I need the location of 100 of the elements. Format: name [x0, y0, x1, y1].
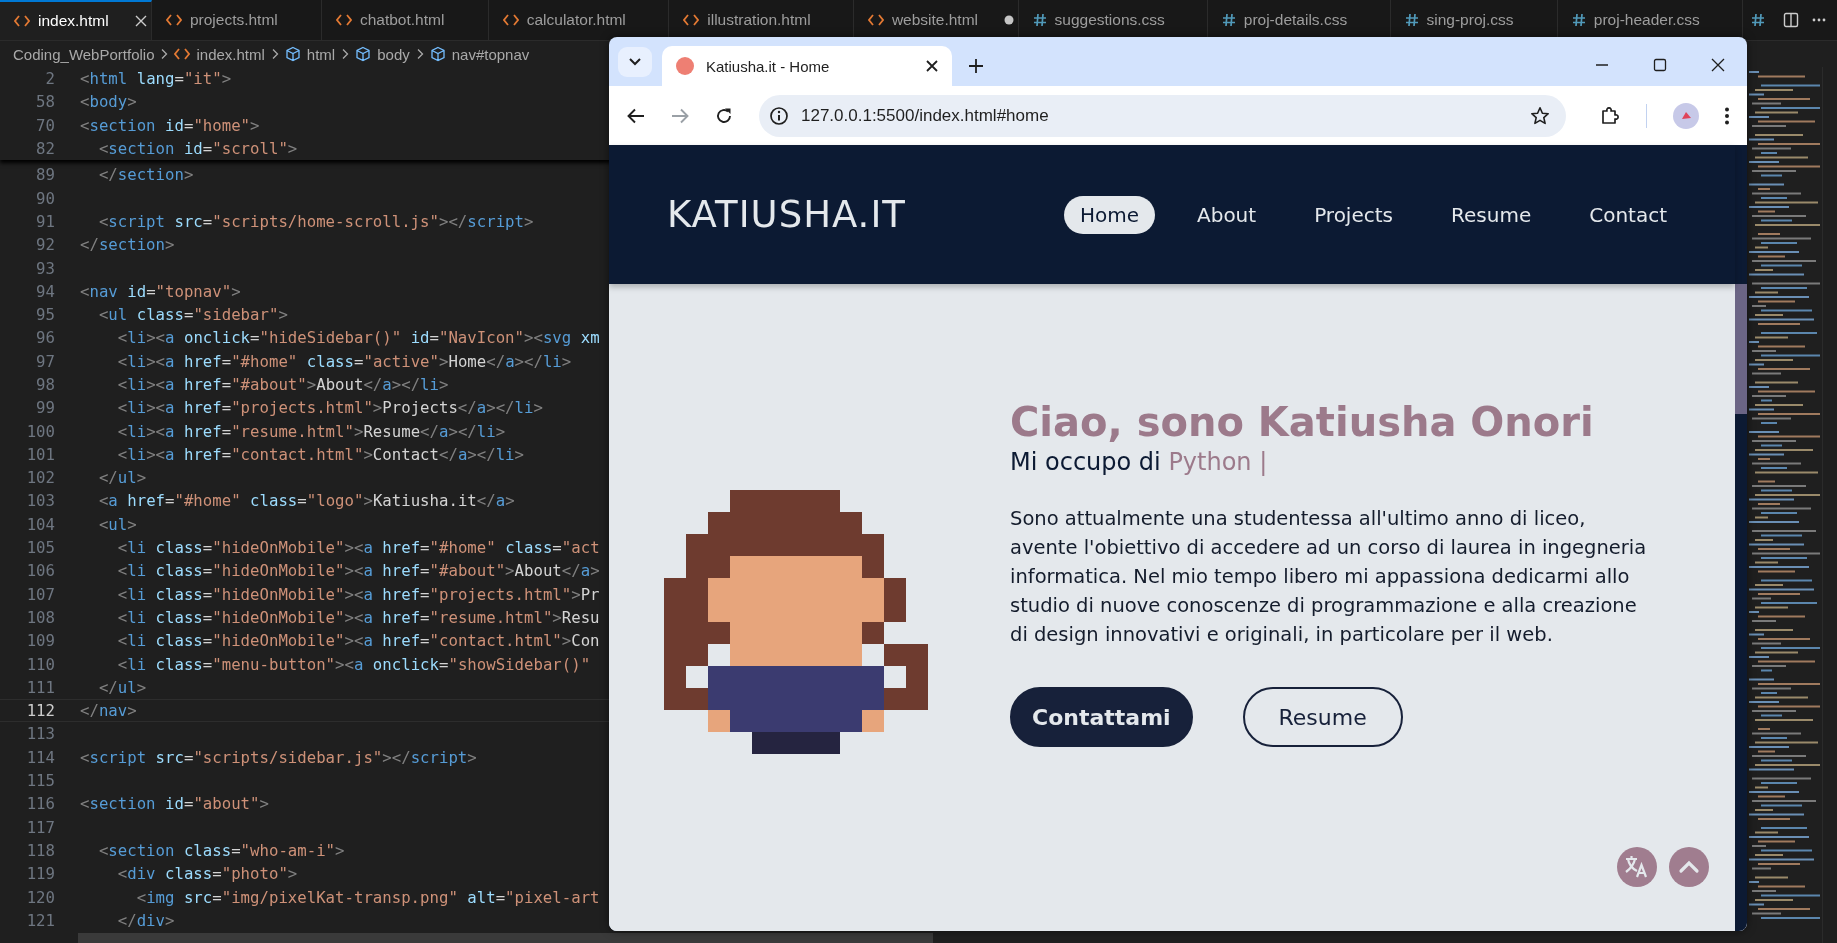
close-icon[interactable] [1711, 58, 1725, 72]
line-number: 97 [35, 351, 55, 371]
info-icon[interactable] [769, 105, 789, 126]
site-logo[interactable]: KATIUSHA.IT [667, 193, 906, 236]
code-brackets-icon [683, 14, 700, 26]
line-number: 113 [25, 724, 55, 744]
editor-tab[interactable]: chatbot.html [321, 0, 489, 40]
split-editor-icon[interactable] [1783, 12, 1799, 28]
code-line: <li><a href="contact.html">Contact</a></li> [116, 444, 524, 464]
new-tab-icon[interactable] [968, 58, 984, 74]
line-number: 58 [35, 92, 55, 112]
cube-icon [429, 46, 446, 62]
intro-paragraph: Sono attualmente una studentessa all'ultimo anno di liceo, avente l'obiettivo di accedere ad un corso di laurea in ingegneria informatica. Nel mio tempo libero mi appassiona dedicarmi allo studio di nuove conoscenze di programmazione e alla creazione di design innovativi e originali, in particolare per il web. [1010, 506, 1648, 648]
nav-link[interactable]: Resume [1435, 195, 1548, 234]
page-heading: Ciao, sono Katiusha Onori [1010, 400, 1595, 444]
code-brackets-icon [335, 14, 352, 26]
code-line: </ul> [97, 677, 147, 697]
horizontal-scrollbar[interactable] [78, 933, 933, 943]
line-number: 114 [25, 747, 55, 767]
code-line: <li class="hideOnMobile"><a href="contact.html">Con [116, 631, 600, 651]
star-icon[interactable] [1530, 105, 1550, 126]
chevron-right-icon [160, 48, 169, 60]
subtitle: Mi occupo di Python | [1010, 448, 1269, 476]
line-number: 95 [35, 305, 55, 325]
back-arrow-icon[interactable] [627, 107, 645, 124]
line-number: 94 [35, 281, 55, 301]
scroll-up-button[interactable] [1669, 847, 1709, 887]
address-bar[interactable]: 127.0.0.1:5500/index.html#home [759, 94, 1566, 137]
hash-icon [1032, 13, 1047, 27]
code-line: <li><a onclick="hideSidebar()" id="NavIcon"><svg xm [116, 328, 600, 348]
translate-icon[interactable] [1617, 847, 1657, 887]
line-number: 96 [35, 328, 55, 348]
code-line: <section id="home"> [80, 115, 260, 135]
close-icon [134, 15, 147, 27]
line-number: 89 [35, 165, 55, 185]
line-number: 92 [35, 235, 55, 255]
close-icon[interactable] [926, 60, 938, 72]
code-line: </div> [116, 910, 175, 930]
profile-avatar[interactable] [1673, 102, 1699, 129]
code-line: <li><a href="#home" class="active">Home</a></li> [116, 351, 572, 371]
hash-icon [1221, 13, 1236, 27]
line-number: 105 [25, 538, 55, 558]
chevron-right-icon [341, 48, 350, 60]
code-line: <li class="hideOnMobile"><a href="#home" class="act [116, 538, 600, 558]
code-line: <li><a href="#about">About</a></li> [116, 375, 449, 394]
favicon-icon [676, 57, 694, 75]
line-number: 98 [35, 375, 55, 394]
line-number: 93 [35, 258, 55, 278]
hash-icon [1571, 13, 1586, 27]
line-number: 99 [35, 398, 55, 418]
code-line: <script src="scripts/home-scroll.js"></script> [97, 211, 534, 231]
line-number: 111 [25, 677, 55, 697]
code-brackets-icon [14, 15, 30, 27]
breadcrumb-item[interactable]: nav#topnav [451, 45, 530, 63]
editor-tab[interactable]: projects.html [151, 0, 322, 40]
nav-link[interactable]: Contact [1573, 195, 1683, 234]
breadcrumb-item[interactable]: index.html [196, 45, 265, 63]
code-brackets-icon [867, 14, 884, 26]
breadcrumb-item[interactable]: body [377, 45, 410, 63]
nav-link[interactable]: Projects [1298, 195, 1409, 234]
reload-icon[interactable] [715, 106, 733, 125]
browser-tab[interactable]: Katiusha.it - Home [662, 46, 952, 86]
chevron-right-icon [270, 48, 279, 60]
line-number: 115 [25, 771, 55, 791]
line-number: 106 [25, 561, 55, 581]
line-number: 2 [44, 69, 55, 89]
line-number: 107 [25, 584, 55, 604]
contact-button[interactable]: Contattami [1010, 687, 1193, 747]
resume-button[interactable]: Resume [1242, 687, 1403, 747]
code-line: <a href="#home" class="logo">Katiusha.it</a> [97, 491, 515, 511]
kebab-menu-icon[interactable] [1725, 106, 1729, 125]
breadcrumb-item[interactable]: html [306, 45, 336, 63]
code-line: <li class="hideOnMobile"><a href="#about">About</a> [116, 561, 600, 581]
code-line: </section> [97, 165, 194, 185]
code-line: <ul> [97, 514, 137, 534]
code-line: <div class="photo"> [116, 864, 298, 884]
line-number: 90 [35, 188, 55, 208]
code-line: <img src="img/pixelKat-transp.png" alt="pixel-art [135, 887, 600, 907]
code-line: </section> [80, 235, 175, 255]
editor-tab[interactable]: index.html [0, 0, 152, 40]
breadcrumb-item[interactable]: Coding_WebPortfolio [13, 45, 155, 63]
line-number: 82 [35, 139, 55, 159]
tab-search-dropdown[interactable] [618, 47, 652, 77]
code-line: <section id="about"> [80, 794, 269, 814]
page-scrollbar[interactable] [1735, 145, 1747, 931]
line-number: 112 [25, 701, 55, 721]
nav-link[interactable]: Home [1063, 195, 1155, 234]
line-number: 116 [25, 794, 55, 814]
code-brackets-icon [502, 14, 519, 26]
maximize-icon[interactable] [1653, 58, 1667, 72]
line-number: 91 [35, 211, 55, 231]
forward-arrow-icon[interactable] [671, 107, 689, 124]
code-brackets-icon [165, 14, 182, 26]
code-line: </ul> [97, 468, 147, 488]
line-number: 104 [25, 514, 55, 534]
puzzle-piece-icon[interactable] [1600, 105, 1620, 126]
line-number: 110 [25, 654, 55, 674]
nav-link[interactable]: About [1181, 195, 1273, 234]
line-number: 102 [25, 468, 55, 488]
code-line: <nav id="topnav"> [80, 281, 241, 301]
